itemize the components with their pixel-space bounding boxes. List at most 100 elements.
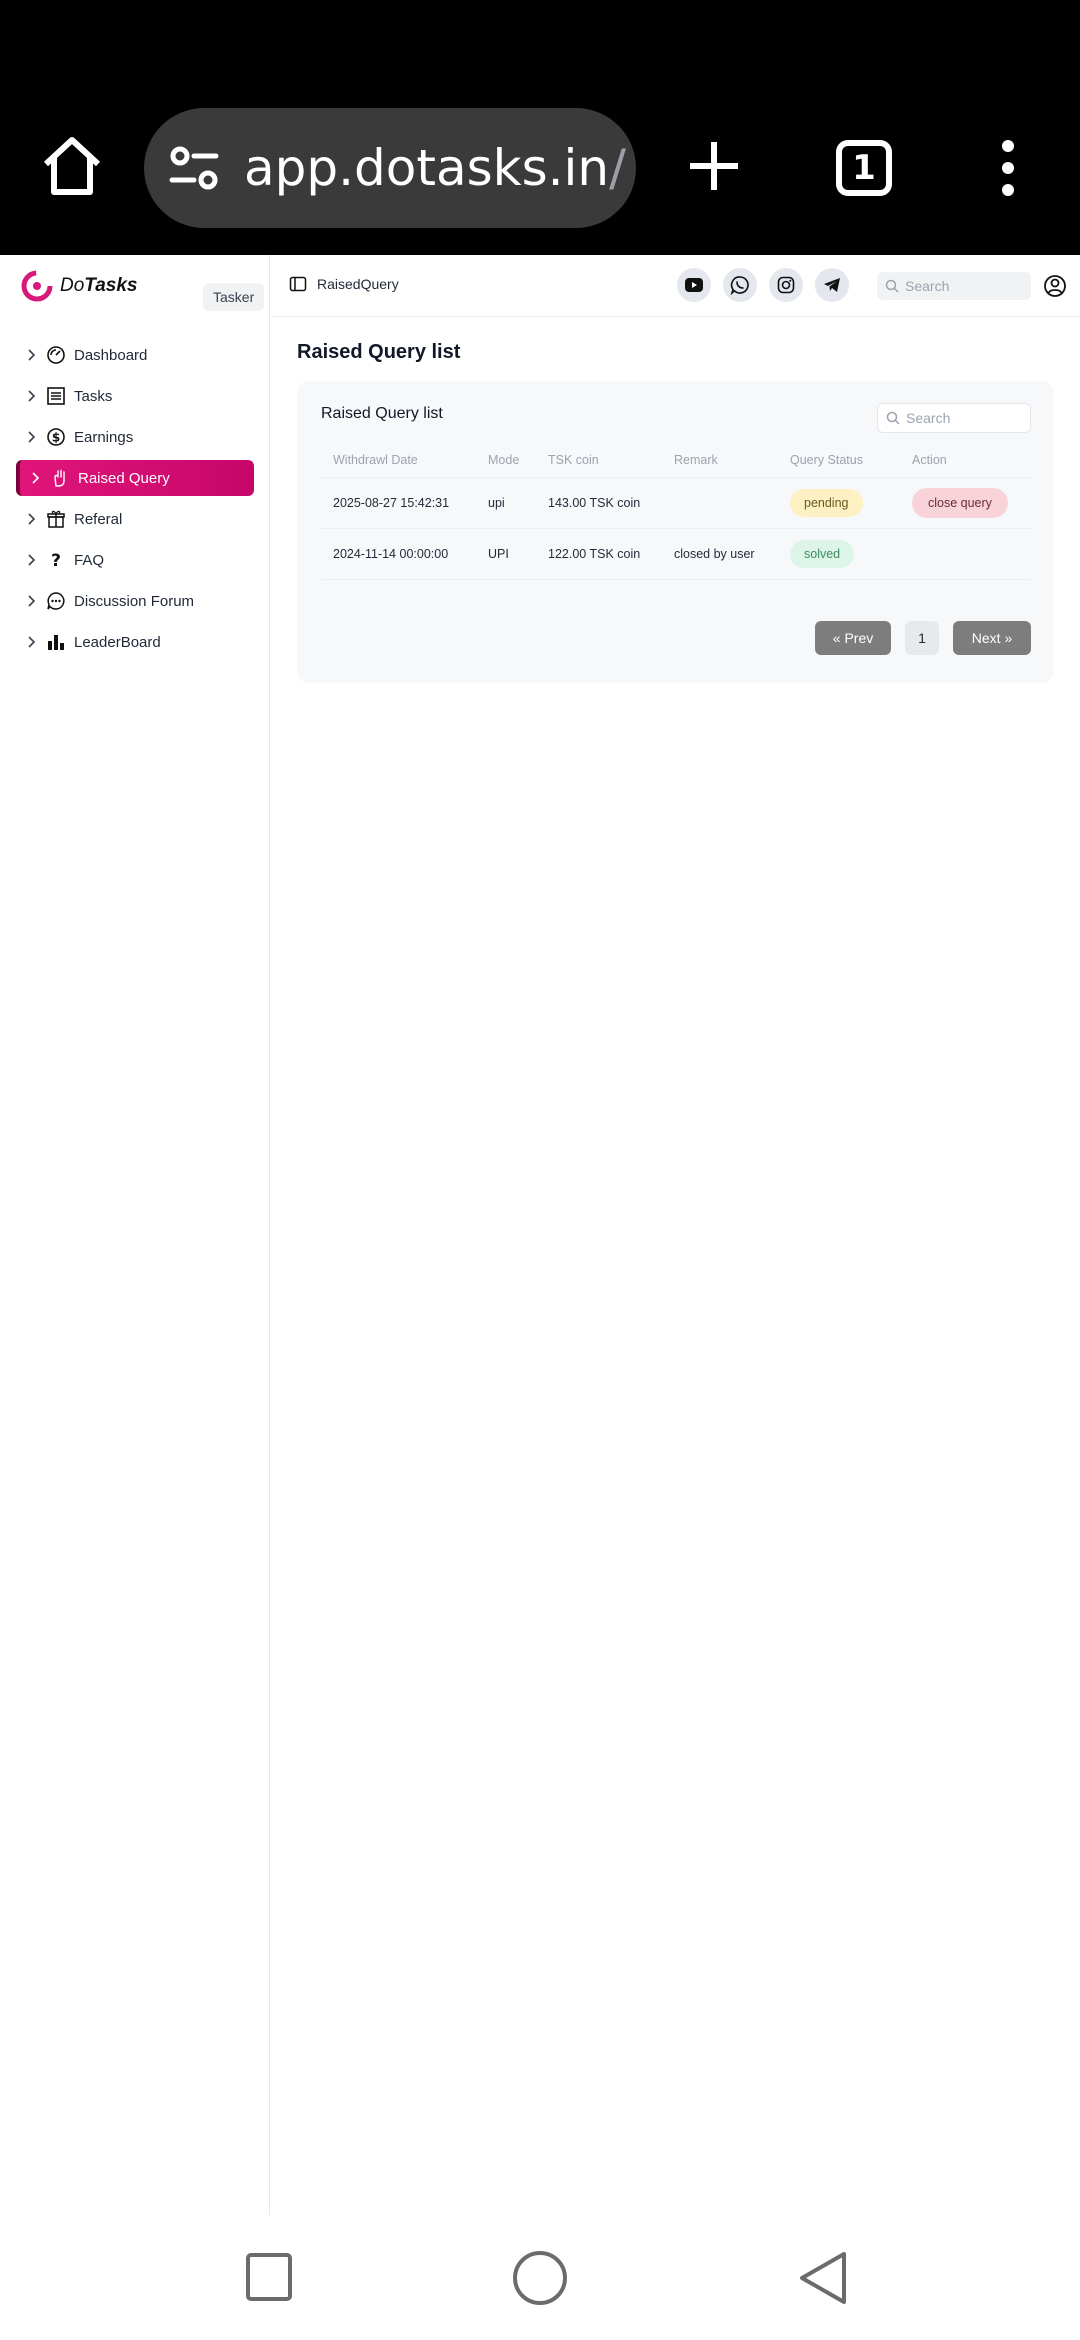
url-text: app.dotasks.in/ra <box>244 139 629 197</box>
cell-mode: upi <box>476 477 536 529</box>
next-page-button[interactable]: Next » <box>953 621 1031 655</box>
sidebar-item-dashboard[interactable]: Dashboard <box>16 337 254 373</box>
svg-text:$: $ <box>52 431 60 445</box>
page-title: Raised Query list <box>297 341 461 363</box>
chevron-right-icon <box>28 513 36 525</box>
query-list-card: Raised Query list Search Withdrawl Date … <box>297 381 1054 683</box>
chevron-right-icon <box>28 349 36 361</box>
chevron-right-icon <box>32 472 40 484</box>
header-search-input[interactable]: Search <box>877 272 1031 300</box>
column-header: Withdrawl Date <box>321 443 476 478</box>
instagram-link[interactable] <box>769 268 803 302</box>
cell-coin: 122.00 TSK coin <box>536 528 662 580</box>
sidebar-item-discussion-forum[interactable]: Discussion Forum <box>16 583 254 619</box>
svg-text:?: ? <box>51 551 61 570</box>
sidebar-item-label: Discussion Forum <box>74 592 195 610</box>
sidebar-item-tasks[interactable]: Tasks <box>16 378 254 414</box>
home-icon[interactable] <box>36 130 108 202</box>
sidebar-item-label: LeaderBoard <box>74 633 161 651</box>
gift-icon <box>47 510 65 528</box>
cell-status: pending <box>778 477 900 529</box>
site-settings-icon[interactable] <box>164 138 224 198</box>
new-tab-icon[interactable] <box>688 140 740 192</box>
bar-chart-icon <box>48 635 64 650</box>
tasks-list-icon <box>47 387 65 405</box>
sidebar-nav: Dashboard Tasks $ Earnings Raised Query … <box>16 337 254 665</box>
dollar-coin-icon: $ <box>47 428 65 446</box>
sidebar-item-earnings[interactable]: $ Earnings <box>16 419 254 455</box>
breadcrumb: RaisedQuery <box>289 275 399 293</box>
top-header: RaisedQuery Search <box>271 255 1080 317</box>
sidebar-item-leaderboard[interactable]: LeaderBoard <box>16 624 254 660</box>
role-badge: Tasker <box>203 283 265 311</box>
cell-action <box>900 528 1031 580</box>
chevron-right-icon <box>28 431 36 443</box>
dotasks-logo-icon <box>21 270 53 302</box>
telegram-icon <box>824 278 840 292</box>
sidebar: DoTasks Tasker Dashboard Tasks $ Earning… <box>0 255 270 2215</box>
prev-page-button[interactable]: « Prev <box>815 621 891 655</box>
table-search-placeholder: Search <box>906 410 951 426</box>
search-icon <box>886 411 900 425</box>
whatsapp-icon <box>730 276 749 295</box>
tab-switcher-button[interactable]: 1 <box>836 140 892 196</box>
question-mark-icon: ? <box>51 551 61 570</box>
table-header-row: Withdrawl Date Mode TSK coin Remark Quer… <box>321 443 1031 478</box>
youtube-link[interactable] <box>677 268 711 302</box>
telegram-link[interactable] <box>815 268 849 302</box>
dashboard-gauge-icon <box>47 346 65 364</box>
table-search-input[interactable]: Search <box>877 403 1031 433</box>
home-circle-icon[interactable] <box>512 2250 568 2306</box>
column-header: Query Status <box>778 443 900 478</box>
whatsapp-link[interactable] <box>723 268 757 302</box>
header-search-placeholder: Search <box>905 278 950 294</box>
instagram-icon <box>777 276 795 294</box>
youtube-icon <box>685 278 703 292</box>
chevron-right-icon <box>28 636 36 648</box>
card-title: Raised Query list <box>321 405 443 422</box>
cell-remark: closed by user <box>662 528 778 580</box>
user-profile-icon[interactable] <box>1041 272 1069 300</box>
sidebar-toggle-icon[interactable] <box>289 275 307 293</box>
sidebar-item-label: Raised Query <box>78 469 170 487</box>
column-header: Action <box>900 443 1031 478</box>
cell-remark <box>662 477 778 529</box>
table-row: 2025-08-27 15:42:31 upi 143.00 TSK coin … <box>321 477 1031 529</box>
cell-date: 2025-08-27 15:42:31 <box>321 477 476 529</box>
chat-bubble-icon <box>47 592 65 610</box>
system-navigation-bar <box>0 2215 1080 2340</box>
cell-coin: 143.00 TSK coin <box>536 477 662 529</box>
status-badge: pending <box>790 488 863 517</box>
query-table: Withdrawl Date Mode TSK coin Remark Quer… <box>321 443 1031 580</box>
sidebar-item-label: Tasks <box>74 387 113 405</box>
cell-status: solved <box>778 528 900 580</box>
more-menu-icon[interactable] <box>996 140 1020 196</box>
close-query-button[interactable]: close query <box>912 487 1008 518</box>
column-header: Remark <box>662 443 778 478</box>
chevron-right-icon <box>28 595 36 607</box>
status-badge: solved <box>790 539 855 568</box>
table-row: 2024-11-14 00:00:00 UPI 122.00 TSK coin … <box>321 528 1031 580</box>
sidebar-item-referal[interactable]: Referal <box>16 501 254 537</box>
search-icon <box>885 279 899 293</box>
back-triangle-icon[interactable] <box>798 2251 848 2305</box>
browser-toolbar: app.dotasks.in/ra 1 <box>0 0 1080 255</box>
sidebar-item-label: Referal <box>74 510 123 528</box>
sidebar-item-faq[interactable]: ? FAQ <box>16 542 254 578</box>
chevron-right-icon <box>28 554 36 566</box>
cell-mode: UPI <box>476 528 536 580</box>
chevron-right-icon <box>28 390 36 402</box>
raised-hand-icon <box>54 469 65 487</box>
brand-logo[interactable]: DoTasks <box>20 269 137 303</box>
breadcrumb-current: RaisedQuery <box>317 276 399 292</box>
address-bar[interactable]: app.dotasks.in/ra <box>144 108 636 228</box>
page-number-button[interactable]: 1 <box>905 621 939 655</box>
cell-action: close query <box>900 477 1031 529</box>
app-root: DoTasks Tasker Dashboard Tasks $ Earning… <box>0 255 1080 2215</box>
column-header: TSK coin <box>536 443 662 478</box>
brand-name: DoTasks <box>60 275 138 296</box>
sidebar-item-label: FAQ <box>74 551 105 569</box>
sidebar-item-raised-query[interactable]: Raised Query <box>16 460 254 496</box>
recents-square-icon[interactable] <box>246 2253 292 2301</box>
sidebar-item-label: Earnings <box>74 428 134 446</box>
